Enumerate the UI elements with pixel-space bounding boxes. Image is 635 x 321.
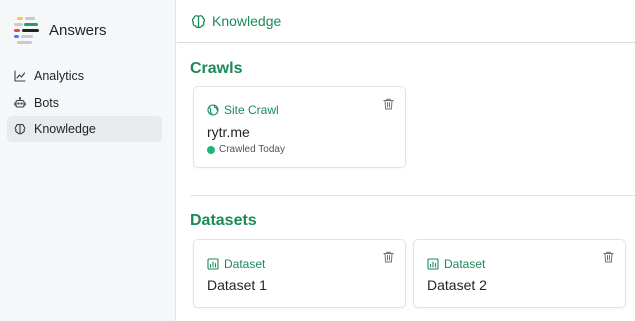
sidebar-item-label: Analytics <box>34 69 85 83</box>
sidebar-item-bots[interactable]: Bots <box>7 90 162 116</box>
sidebar-item-label: Knowledge <box>34 122 96 136</box>
crawl-status: Crawled Today <box>207 144 285 155</box>
brand[interactable]: Answers <box>14 16 107 44</box>
sidebar: Answers Analytics Bots Knowledge <box>0 0 176 321</box>
card-type: Site Crawl <box>207 103 279 117</box>
bot-icon <box>14 96 26 108</box>
answers-logo-icon <box>14 16 40 44</box>
bar-chart-icon <box>207 258 219 270</box>
app-root: Answers Analytics Bots Knowledge Knowled… <box>0 0 635 321</box>
dataset-card[interactable]: Dataset Dataset 2 <box>413 239 626 308</box>
trash-icon[interactable] <box>383 251 394 263</box>
page-title: Knowledge <box>212 13 282 29</box>
dataset-name: Dataset 2 <box>427 277 487 293</box>
sidebar-item-label: Bots <box>34 95 60 110</box>
dataset-card[interactable]: Dataset Dataset 1 <box>193 239 406 308</box>
card-type: Dataset <box>207 257 265 271</box>
section-divider <box>190 195 635 196</box>
card-type-label: Dataset <box>444 257 486 271</box>
trash-icon[interactable] <box>383 98 394 110</box>
crawl-card[interactable]: Site Crawl rytr.me Crawled Today <box>193 86 406 168</box>
globe-icon <box>207 104 219 116</box>
app-name: Answers <box>49 21 107 39</box>
main-content: Knowledge Crawls Site Crawl rytr.me Craw… <box>177 0 635 321</box>
card-type-label: Site Crawl <box>224 103 279 117</box>
datasets-section-title: Datasets <box>190 212 257 229</box>
sidebar-item-knowledge[interactable]: Knowledge <box>7 116 162 142</box>
status-dot <box>207 145 215 154</box>
status-text: Crawled Today <box>219 144 285 155</box>
analytics-icon <box>14 70 26 82</box>
brain-icon <box>14 123 26 135</box>
crawls-section-title: Crawls <box>190 60 243 77</box>
bar-chart-icon <box>427 258 439 270</box>
crawl-name: rytr.me <box>207 124 250 140</box>
dataset-name: Dataset 1 <box>207 277 267 293</box>
page-header: Knowledge <box>177 0 635 43</box>
sidebar-item-analytics[interactable]: Analytics <box>7 63 162 89</box>
sidebar-nav: Analytics Bots Knowledge <box>7 63 162 143</box>
card-type: Dataset <box>427 257 485 271</box>
trash-icon[interactable] <box>603 251 614 263</box>
brain-icon <box>191 14 206 28</box>
card-type-label: Dataset <box>224 257 266 271</box>
